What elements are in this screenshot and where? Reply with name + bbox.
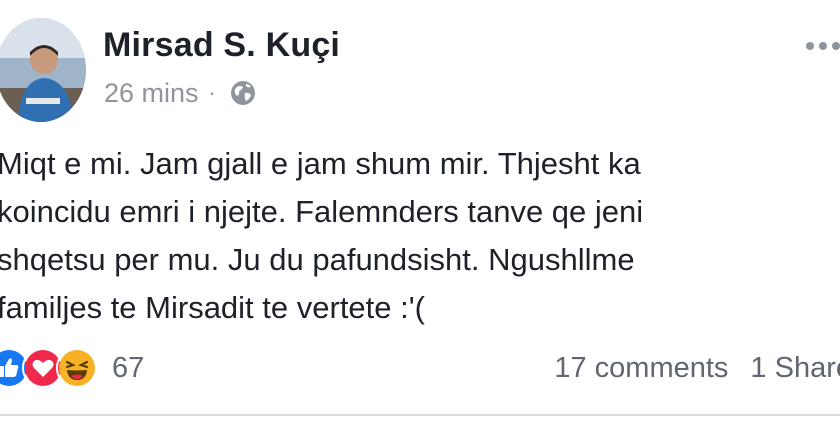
globe-icon	[228, 78, 258, 108]
haha-icon	[56, 347, 98, 389]
meta-separator: ·	[208, 80, 216, 105]
post-text-line: familjes te Mirsadit te vertete :'(	[0, 290, 425, 325]
post-text-line: Miqt e mi. Jam gjall e jam shum mir. Thj…	[0, 146, 641, 181]
post-meta: 26 mins ·	[104, 76, 258, 110]
comments-count-link[interactable]: 17 comments	[554, 352, 728, 385]
post-text-line: koincidu emri i njejte. Falemnders tanve…	[0, 194, 644, 229]
reaction-count: 67	[112, 351, 145, 384]
post-body: Miqt e mi. Jam gjall e jam shum mir. Thj…	[0, 140, 840, 332]
more-dot-icon	[806, 42, 814, 50]
divider	[0, 414, 840, 416]
avatar-photo	[0, 18, 86, 122]
post-timestamp[interactable]: 26 mins	[104, 78, 199, 109]
post-author-name[interactable]: Mirsad S. Kuçi	[103, 26, 340, 65]
facebook-post: Mirsad S. Kuçi 26 mins · Miqt e mi. Jam …	[0, 0, 840, 440]
post-stats: 17 comments 1 Share	[554, 347, 840, 389]
more-options-button[interactable]	[806, 42, 840, 50]
more-dot-icon	[832, 42, 840, 50]
avatar[interactable]	[0, 18, 86, 122]
more-dot-icon	[819, 42, 827, 50]
shares-count-link[interactable]: 1 Share	[750, 352, 840, 385]
reactions-summary[interactable]: 67	[0, 347, 144, 389]
post-text-line: shqetsu per mu. Ju du pafundsisht. Ngush…	[0, 242, 635, 277]
